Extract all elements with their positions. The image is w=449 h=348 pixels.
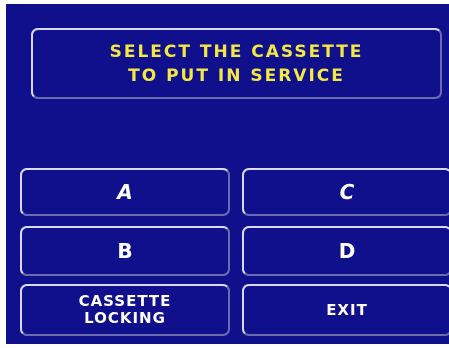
instruction-line-1: SELECT THE CASSETTE — [109, 41, 364, 62]
exit-label: EXIT — [326, 301, 368, 319]
cassette-locking-button[interactable]: CASSETTE LOCKING — [20, 284, 230, 336]
cassette-c-button[interactable]: C — [242, 168, 449, 216]
cassette-locking-label-line-1: CASSETTE — [78, 292, 172, 310]
instruction-line-2: TO PUT IN SERVICE — [128, 65, 345, 86]
cassette-d-button[interactable]: D — [242, 226, 449, 276]
cassette-b-button[interactable]: B — [20, 226, 230, 276]
cassette-d-label: D — [338, 239, 356, 263]
cassette-c-label: C — [339, 180, 355, 204]
atm-screen: SELECT THE CASSETTE TO PUT IN SERVICE A … — [6, 4, 449, 344]
cassette-a-button[interactable]: A — [20, 168, 230, 216]
instruction-panel: SELECT THE CASSETTE TO PUT IN SERVICE — [31, 28, 442, 99]
cassette-a-label: A — [117, 180, 133, 204]
cassette-locking-label-line-2: LOCKING — [84, 309, 166, 327]
cassette-b-label: B — [117, 239, 133, 263]
exit-button[interactable]: EXIT — [242, 284, 449, 336]
